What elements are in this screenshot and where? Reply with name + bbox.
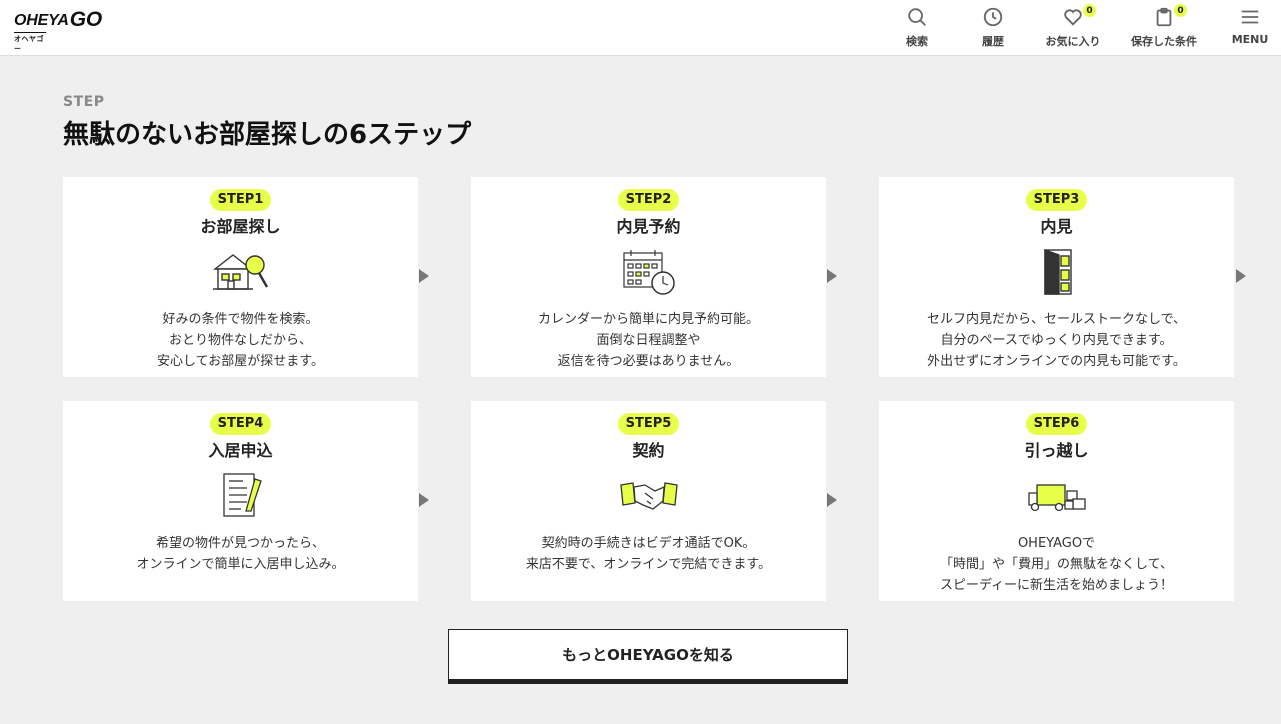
step-description: セルフ内見だから、セールストークなしで、 自分のペースでゆっくり内見できます。 …: [927, 309, 1186, 372]
desc-line: 安心してお部屋が探せます。: [157, 354, 324, 369]
section-title: 無駄のないお部屋探しの6ステップ: [63, 120, 472, 150]
desc-line: 来店不要で、オンラインで完結できます。: [525, 557, 772, 572]
step-title: 内見予約: [616, 217, 681, 236]
section-eyebrow: STEP: [63, 94, 105, 110]
step-badge: STEP4: [209, 413, 272, 435]
step-description: 好みの条件で物件を検索。 おとり物件なしだから、 安心してお部屋が探せます。: [157, 309, 324, 372]
step-badge: STEP6: [1025, 413, 1088, 435]
next-arrow-icon: [1236, 269, 1246, 283]
step-description: カレンダーから簡単に内見予約可能。 面倒な日程調整や 返信を待つ必要はありません…: [538, 309, 759, 372]
nav-search[interactable]: 検索: [877, 6, 957, 49]
next-arrow-icon: [419, 269, 429, 283]
nav-favorites-label: お気に入り: [1045, 35, 1101, 48]
step-card-3: STEP3 内見 セルフ内見だから、セールストークなしで、 自分のペースでゆっく…: [879, 177, 1234, 377]
desc-line: 返信を待つ必要はありません。: [557, 354, 740, 369]
nav-favorites[interactable]: 0 お気に入り: [1033, 4, 1113, 49]
nav-menu[interactable]: MENU: [1210, 6, 1281, 46]
logo-go-text: GO: [69, 8, 102, 31]
logo-subtext: オヘヤゴー: [14, 32, 46, 54]
nav-menu-label: MENU: [1231, 33, 1269, 46]
next-arrow-icon: [419, 493, 429, 507]
search-icon: [908, 8, 926, 26]
step-badge: STEP3: [1025, 189, 1088, 211]
desc-line: セルフ内見だから、セールストークなしで、: [926, 312, 1187, 327]
nav-saved-label: 保存した条件: [1131, 35, 1197, 48]
desc-line: 契約時の手続きはビデオ通話でOK。: [541, 536, 756, 551]
step-title: 入居申込: [208, 441, 273, 460]
nav-history[interactable]: 履歴: [953, 6, 1033, 49]
step-card-1: STEP1 お部屋探し 好みの条件で物件を検索。 おとり物件なしだから、 安心し…: [63, 177, 418, 377]
desc-line: 自分のペースでゆっくり内見できます。: [940, 333, 1173, 348]
logo[interactable]: OHEYA GO オヘヤゴー: [14, 8, 114, 53]
step-card-6: STEP6 引っ越し OHEYAGOで 「時間」や「費用」の無駄をなくして、 ス…: [879, 401, 1234, 601]
hamburger-icon: [1241, 10, 1259, 24]
logo-text: OHEYA: [14, 12, 69, 29]
saved-count-badge: 0: [1174, 4, 1187, 17]
learn-more-button[interactable]: もっとOHEYAGOを知る: [448, 629, 848, 684]
step-card-2: STEP2 内見予約 カレンダーから簡単に内見予約可能。 面倒な日程調整や 返信…: [471, 177, 826, 377]
house-magnifier-icon: [212, 254, 268, 290]
logo-wordmark: OHEYA GO: [14, 8, 114, 31]
truck-icon: [1027, 484, 1086, 512]
form-pen-icon: [222, 473, 262, 517]
step-card-5: STEP5 契約 契約時の手続きはビデオ通話でOK。 来店不要で、オンラインで完…: [471, 401, 826, 601]
desc-line: 面倒な日程調整や: [596, 333, 701, 348]
step-description: 契約時の手続きはビデオ通話でOK。 来店不要で、オンラインで完結できます。: [526, 533, 771, 575]
favorites-count-badge: 0: [1083, 4, 1096, 17]
step-badge: STEP2: [617, 189, 680, 211]
step-title: 引っ越し: [1024, 441, 1089, 460]
desc-line: オンラインで簡単に入居申し込み。: [136, 557, 345, 572]
desc-line: OHEYAGOで: [1017, 536, 1096, 551]
handshake-icon: [619, 482, 678, 510]
desc-line: 外出せずにオンラインでの内見も可能です。: [927, 354, 1186, 369]
step-title: 内見: [1040, 217, 1073, 236]
calendar-clock-icon: [622, 250, 675, 295]
nav-saved-conditions[interactable]: 0 保存した条件: [1124, 4, 1204, 49]
desc-line: 希望の物件が見つかったら、: [155, 536, 325, 551]
step-title: お部屋探し: [200, 217, 281, 236]
site-header: OHEYAGO オヘヤゴー 検索 履歴 0 お気に入り 0 保存した条件 ME: [0, 0, 1281, 56]
desc-line: おとり物件なしだから、: [168, 333, 312, 348]
nav-history-label: 履歴: [982, 35, 1004, 48]
next-arrow-icon: [827, 269, 837, 283]
step-description: 希望の物件が見つかったら、 オンラインで簡単に入居申し込み。: [136, 533, 344, 575]
step-card-4: STEP4 入居申込 希望の物件が見つかったら、 オンラインで簡単に入居申し込み…: [63, 401, 418, 601]
heart-icon: [1064, 9, 1082, 26]
nav-search-label: 検索: [906, 35, 928, 48]
door-icon: [1043, 249, 1072, 295]
desc-line: 好みの条件で物件を検索。: [162, 312, 319, 327]
desc-line: カレンダーから簡単に内見予約可能。: [537, 312, 759, 327]
desc-line: 「時間」や「費用」の無駄をなくして、: [940, 557, 1173, 572]
desc-line: スピーディーに新生活を始めましょう！: [939, 578, 1174, 593]
step-badge: STEP1: [209, 189, 272, 211]
next-arrow-icon: [827, 493, 837, 507]
step-badge: STEP5: [617, 413, 680, 435]
clipboard-icon: [1156, 7, 1172, 27]
step-description: OHEYAGOで 「時間」や「費用」の無駄をなくして、 スピーディーに新生活を始…: [940, 533, 1173, 596]
clock-icon: [983, 7, 1003, 27]
step-title: 契約: [632, 441, 665, 460]
